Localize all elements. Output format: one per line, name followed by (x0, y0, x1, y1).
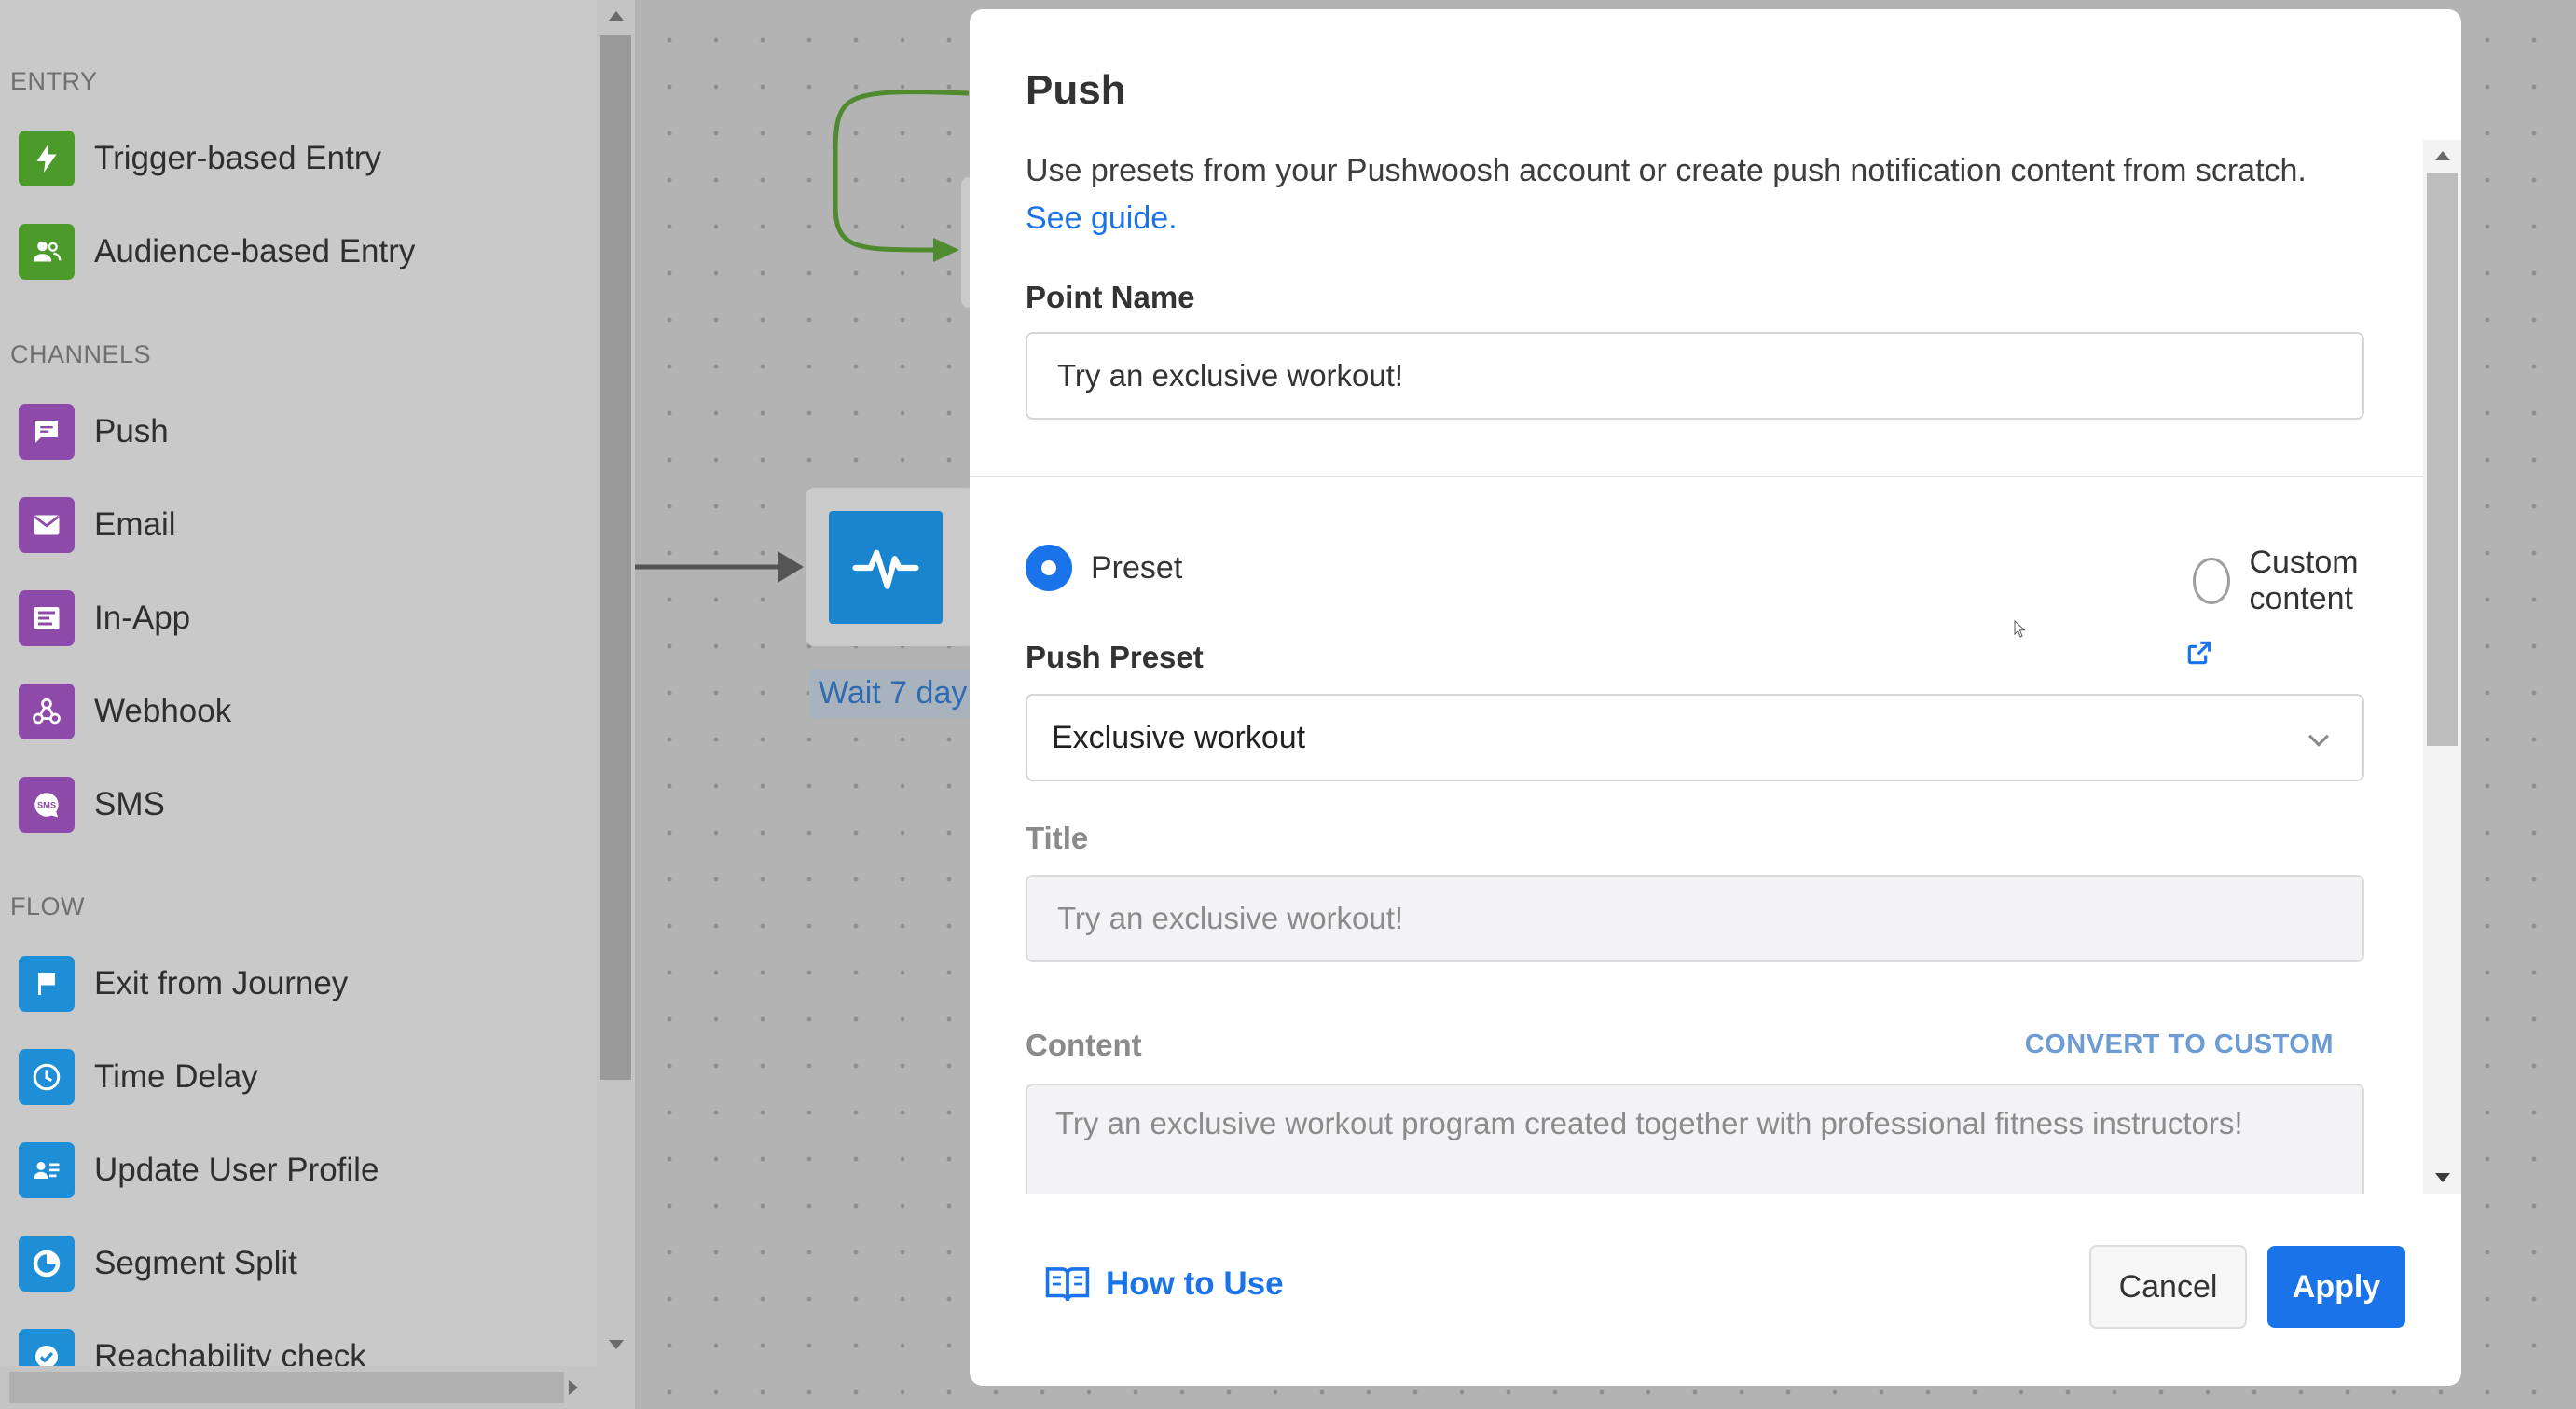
content-value: Try an exclusive workout program created… (1055, 1106, 2243, 1140)
sidebar-item-label: Time Delay (94, 1058, 258, 1095)
sidebar-item-label: Push (94, 413, 169, 449)
how-to-use-link[interactable]: How to Use (1044, 1264, 1284, 1305)
modal-vertical-scrollbar[interactable] (2423, 140, 2461, 1194)
check-badge-icon (19, 1329, 75, 1366)
push-preset-select[interactable]: Exclusive workout (1026, 694, 2364, 781)
sidebar-item-label: In-App (94, 600, 191, 636)
sidebar-scroll-thumb[interactable] (600, 35, 631, 1080)
modal-scroll-thumb[interactable] (2427, 173, 2458, 746)
mouse-cursor-icon (2014, 620, 2026, 638)
sidebar-item-segment-split[interactable]: Segment Split (19, 1235, 578, 1292)
how-to-use-label: How to Use (1106, 1265, 1284, 1302)
radio-custom-content-label: Custom content (2249, 545, 2359, 616)
section-label-flow: FLOW (10, 892, 85, 920)
sidebar-item-audience-based-entry[interactable]: Audience-based Entry (19, 223, 578, 281)
sidebar-item-label: Update User Profile (94, 1152, 379, 1188)
flag-icon (19, 956, 75, 1012)
scroll-up-arrow-icon[interactable] (609, 11, 624, 21)
external-link-icon[interactable] (2184, 638, 2214, 668)
flow-arrow-icon (778, 551, 804, 583)
loop-arrow-icon (933, 238, 959, 262)
sidebar-vertical-scrollbar[interactable] (597, 0, 635, 1366)
content-textarea: Try an exclusive workout program created… (1026, 1084, 2364, 1194)
radio-checked-icon (1026, 545, 1072, 591)
webhook-icon (19, 684, 75, 739)
sidebar-horizontal-scrollbar[interactable] (0, 1366, 635, 1409)
scroll-up-arrow-icon[interactable] (2435, 151, 2450, 160)
title-label: Title (1026, 821, 1089, 855)
push-message-icon (19, 404, 75, 460)
sidebar-item-email[interactable]: Email (19, 496, 578, 554)
sidebar-hscroll-thumb[interactable] (9, 1372, 564, 1403)
sms-icon: SMS (19, 777, 75, 833)
push-modal: Push Use presets from your Pushwoosh acc… (970, 9, 2461, 1386)
sms-icon-text: SMS (37, 800, 56, 809)
section-label-entry: ENTRY (10, 67, 98, 95)
sidebar-item-label: SMS (94, 786, 165, 822)
modal-title: Push (1026, 67, 1126, 113)
canvas-node-label: Wait 7 day (809, 670, 977, 718)
modal-description: Use presets from your Pushwoosh account … (1026, 147, 2405, 242)
radio-unchecked-icon (2193, 558, 2231, 604)
modal-body: Use presets from your Pushwoosh account … (970, 140, 2423, 1194)
users-icon (19, 224, 75, 280)
push-preset-label: Push Preset (1026, 640, 1204, 674)
title-input: Try an exclusive workout! (1026, 875, 2364, 962)
component-sidebar: ENTRY Trigger-based Entry Audience-based… (0, 0, 597, 1366)
sidebar-item-push[interactable]: Push (19, 403, 578, 461)
scroll-down-arrow-icon[interactable] (2435, 1173, 2450, 1182)
sidebar-item-webhook[interactable]: Webhook (19, 683, 578, 740)
see-guide-link[interactable]: See guide. (1026, 200, 1178, 236)
book-icon (1045, 1267, 1090, 1302)
sidebar-item-update-user-profile[interactable]: Update User Profile (19, 1141, 578, 1199)
point-name-input[interactable]: Try an exclusive workout! (1026, 332, 2364, 420)
apply-button[interactable]: Apply (2267, 1246, 2405, 1328)
section-label-channels: CHANNELS (10, 340, 152, 368)
radio-custom-content[interactable]: Custom content (2193, 545, 2423, 617)
sidebar-item-label: Exit from Journey (94, 965, 349, 1001)
segment-split-icon (19, 1236, 75, 1292)
sidebar-item-label: Webhook (94, 693, 232, 729)
section-divider (970, 476, 2423, 477)
radio-preset[interactable]: Preset (1026, 545, 1182, 591)
title-value: Try an exclusive workout! (1057, 901, 1404, 935)
sidebar-item-exit-from-journey[interactable]: Exit from Journey (19, 955, 578, 1013)
scroll-down-arrow-icon[interactable] (609, 1340, 624, 1349)
sidebar-item-label: Audience-based Entry (94, 233, 416, 269)
point-name-value: Try an exclusive workout! (1057, 358, 1404, 393)
push-preset-value: Exclusive workout (1052, 719, 1306, 755)
envelope-icon (19, 497, 75, 553)
lightning-icon (19, 131, 75, 186)
sidebar-item-trigger-based-entry[interactable]: Trigger-based Entry (19, 130, 578, 187)
content-label: Content (1026, 1028, 1142, 1062)
loop-connector (833, 90, 970, 253)
scroll-right-arrow-icon[interactable] (569, 1380, 578, 1395)
sidebar-item-reachability-check[interactable]: Reachability check (19, 1328, 578, 1366)
description-text: Use presets from your Pushwoosh account … (1026, 153, 2307, 188)
sidebar-item-in-app[interactable]: In-App (19, 589, 578, 647)
point-name-label: Point Name (1026, 280, 1195, 314)
sidebar-item-time-delay[interactable]: Time Delay (19, 1048, 578, 1106)
sidebar-item-label: Trigger-based Entry (94, 140, 381, 176)
pulse-icon (829, 511, 943, 624)
sidebar-item-label: Email (94, 506, 176, 543)
clock-icon (19, 1049, 75, 1105)
chevron-down-icon (2307, 734, 2330, 747)
sidebar-item-sms[interactable]: SMS SMS (19, 776, 578, 834)
convert-to-custom-button[interactable]: CONVERT TO CUSTOM (2025, 1029, 2334, 1060)
cancel-button[interactable]: Cancel (2089, 1245, 2247, 1329)
sidebar-item-label: Segment Split (94, 1245, 297, 1281)
radio-preset-label: Preset (1091, 549, 1183, 586)
sidebar-item-label: Reachability check (94, 1338, 366, 1366)
in-app-icon (19, 590, 75, 646)
user-profile-icon (19, 1142, 75, 1198)
